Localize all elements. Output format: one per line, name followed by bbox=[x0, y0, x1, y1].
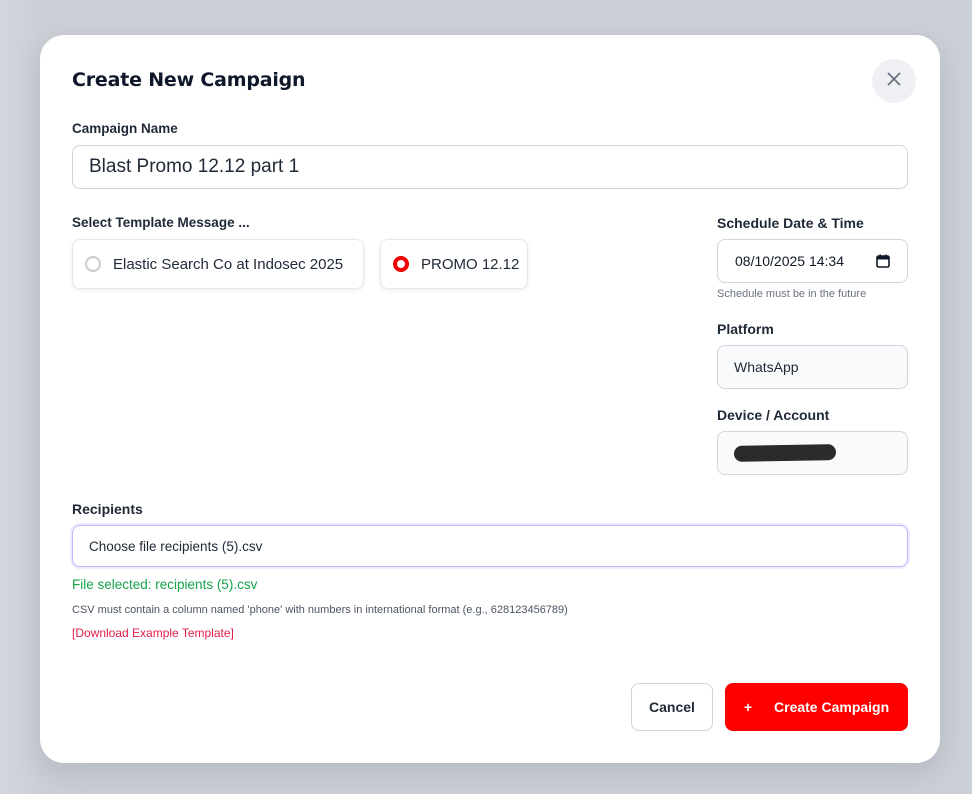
radio-unchecked[interactable] bbox=[85, 256, 101, 272]
template-option-label: Elastic Search Co at Indosec 2025 bbox=[113, 255, 344, 273]
schedule-hint: Schedule must be in the future bbox=[717, 288, 867, 300]
modal-title: Create New Campaign bbox=[72, 69, 306, 91]
backdrop bbox=[0, 0, 40, 794]
platform-value: WhatsApp bbox=[734, 359, 799, 375]
device-label: Device / Account bbox=[717, 407, 830, 423]
cancel-button[interactable]: Cancel bbox=[631, 683, 713, 731]
csv-format-hint: CSV must contain a column named 'phone' … bbox=[72, 604, 568, 616]
campaign-name-value: Blast Promo 12.12 part 1 bbox=[89, 156, 300, 177]
file-selected-status: File selected: recipients (5).csv bbox=[72, 577, 258, 592]
campaign-name-label: Campaign Name bbox=[72, 121, 178, 136]
recipients-label: Recipients bbox=[72, 501, 143, 517]
calendar-icon[interactable] bbox=[876, 254, 890, 271]
template-option-elastic[interactable]: Elastic Search Co at Indosec 2025 bbox=[72, 239, 364, 289]
template-option-label: PROMO 12.12 bbox=[421, 255, 520, 273]
file-input-text: Choose file recipients (5).csv bbox=[89, 538, 263, 554]
create-campaign-button[interactable]: + Create Campaign bbox=[725, 683, 908, 731]
close-button[interactable] bbox=[872, 59, 916, 103]
redacted-device-value bbox=[733, 444, 837, 462]
download-template-link[interactable]: [Download Example Template] bbox=[72, 626, 234, 640]
create-campaign-modal: Create New Campaign Campaign Name Blast … bbox=[40, 35, 940, 763]
template-option-promo[interactable]: PROMO 12.12 bbox=[380, 239, 528, 289]
radio-checked[interactable] bbox=[393, 256, 409, 272]
plus-icon: + bbox=[743, 699, 753, 715]
template-label: Select Template Message ... bbox=[72, 215, 250, 230]
campaign-name-input[interactable]: Blast Promo 12.12 part 1 bbox=[72, 145, 908, 189]
schedule-label: Schedule Date & Time bbox=[717, 215, 864, 231]
recipients-file-input[interactable]: Choose file recipients (5).csv bbox=[72, 525, 908, 567]
platform-label: Platform bbox=[717, 321, 774, 337]
schedule-value: 08/10/2025 14:34 bbox=[735, 253, 844, 269]
platform-field: WhatsApp bbox=[717, 345, 908, 389]
create-label: Create Campaign bbox=[774, 699, 890, 715]
schedule-datetime-input[interactable]: 08/10/2025 14:34 bbox=[717, 239, 908, 283]
close-icon bbox=[886, 71, 902, 91]
device-field bbox=[717, 431, 908, 475]
cancel-label: Cancel bbox=[649, 699, 695, 715]
